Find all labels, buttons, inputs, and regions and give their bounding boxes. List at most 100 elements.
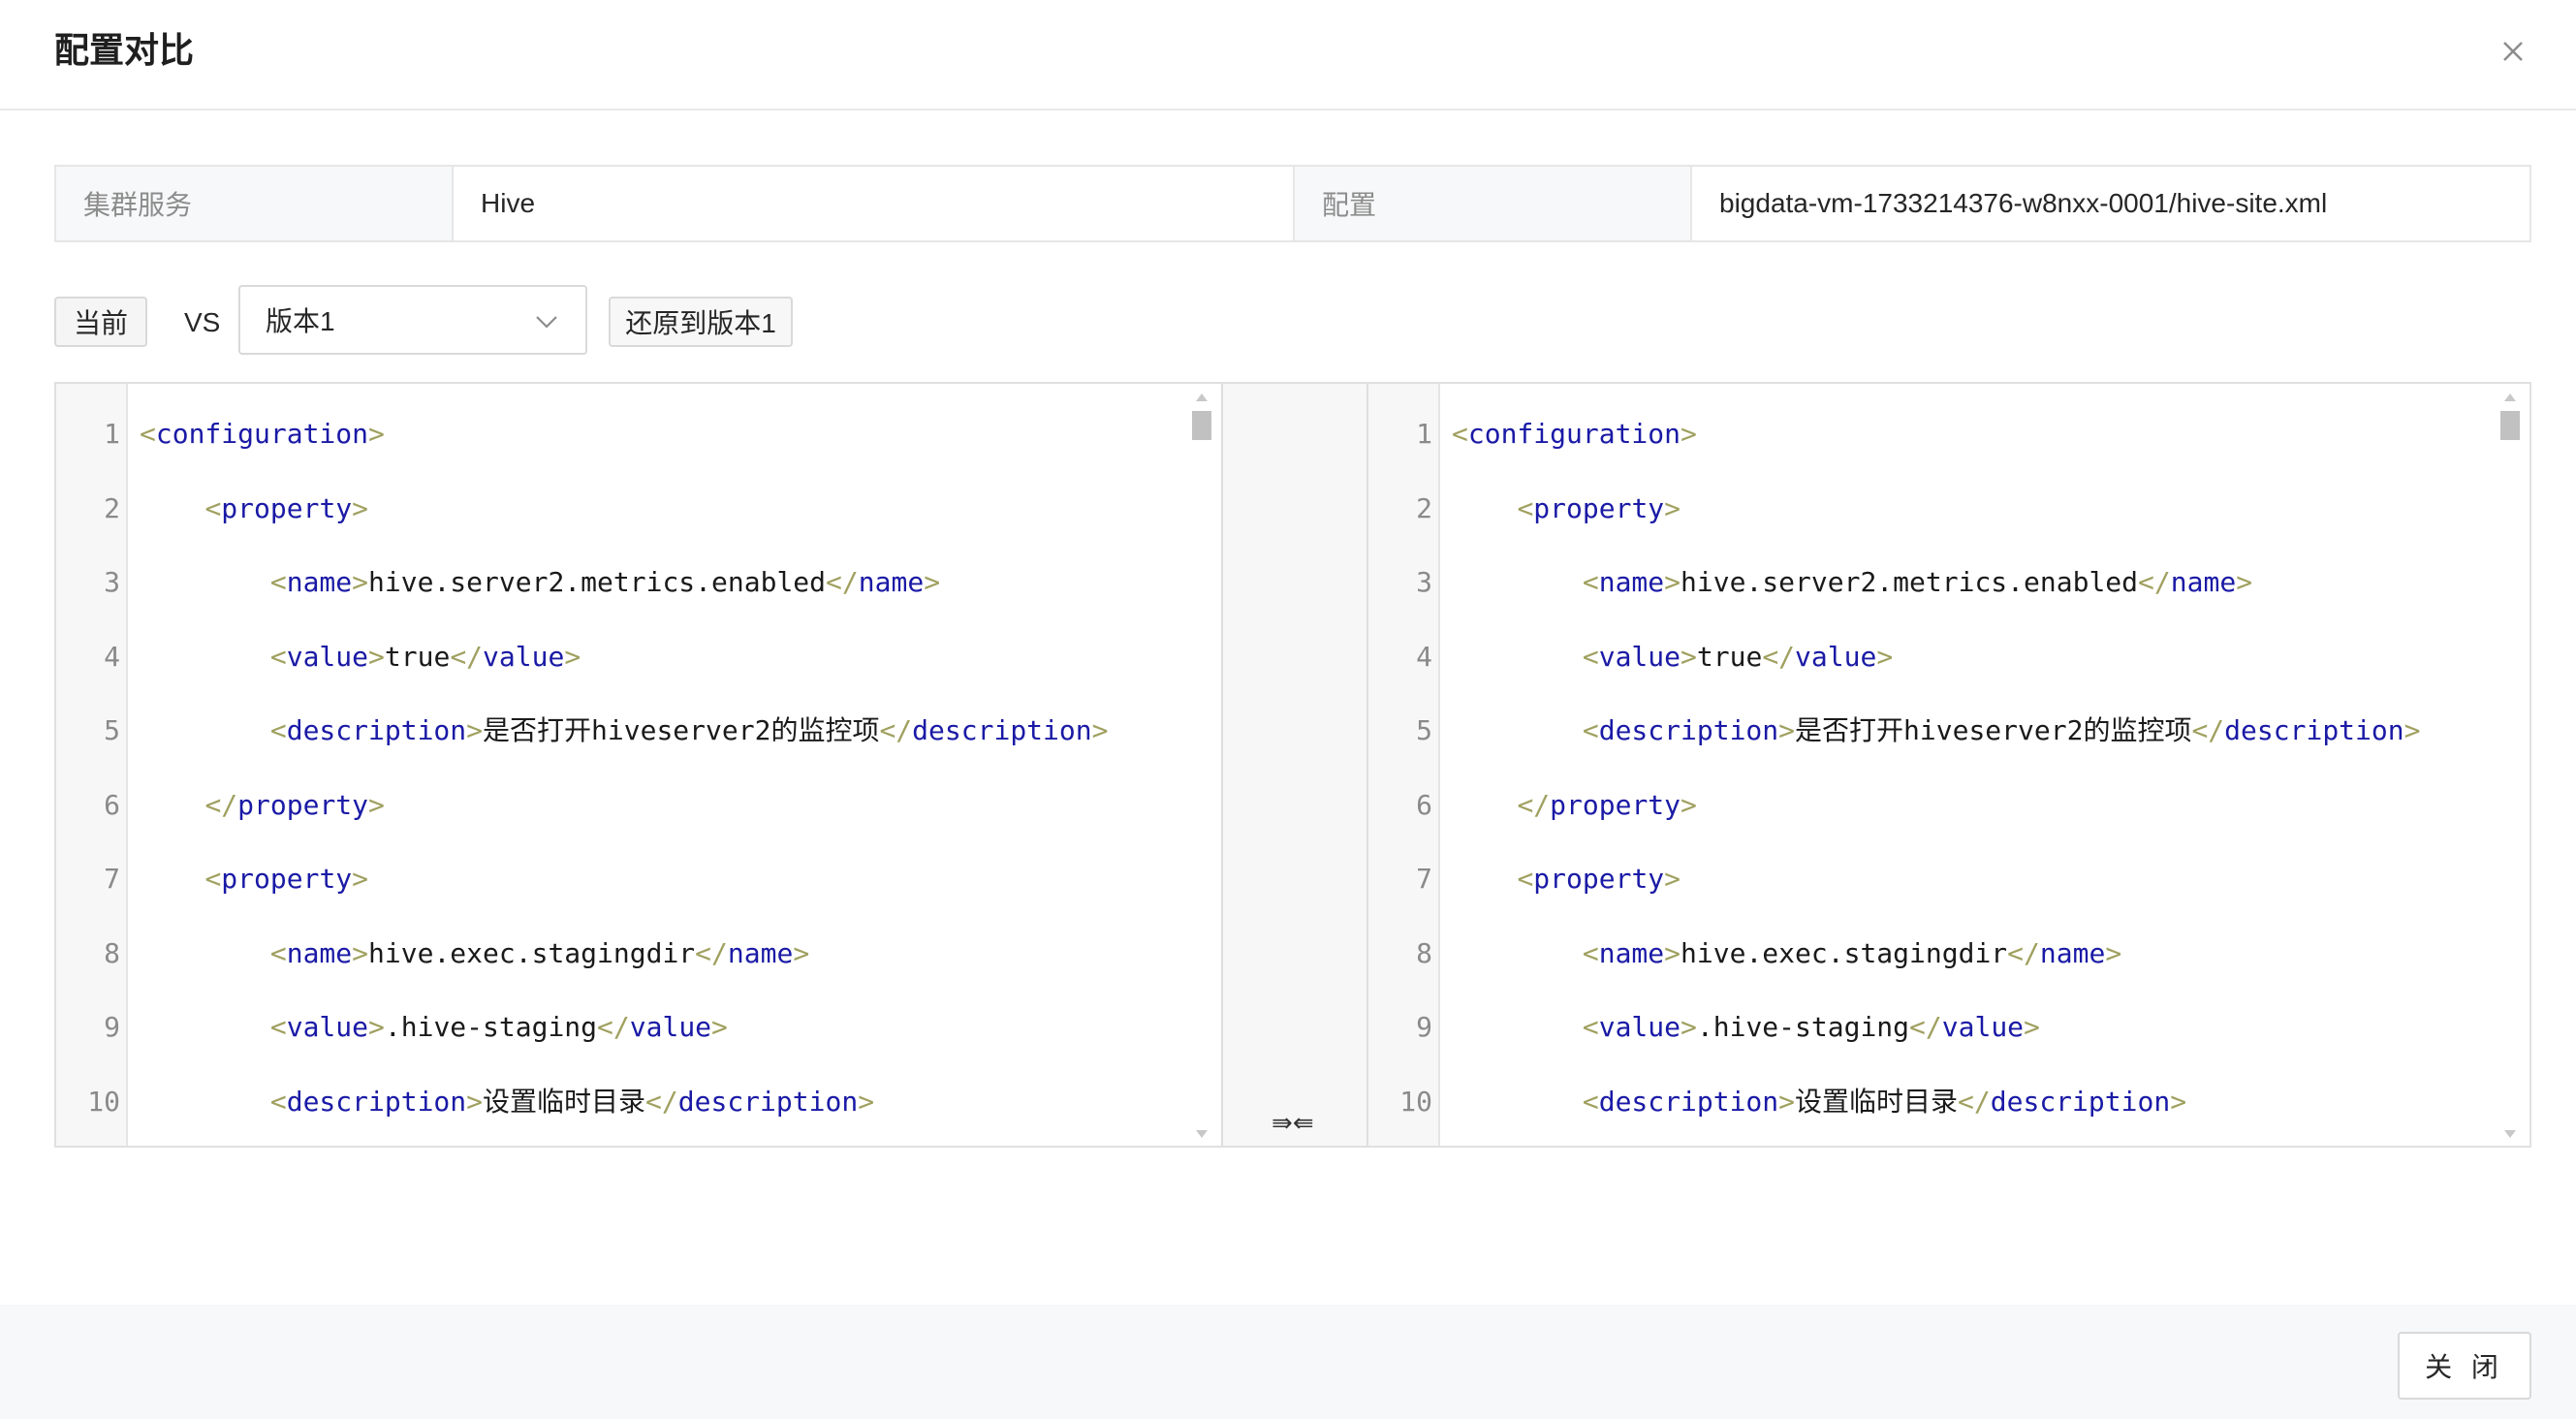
tag-bracket: </	[1909, 1011, 1942, 1043]
code-text: <description>设置临时目录</description>	[1452, 1065, 2186, 1139]
tag-bracket: </	[1517, 788, 1551, 821]
tag-bracket: >	[368, 418, 385, 450]
code-line: 5 <description>是否打开hiveserver2的监控项</desc…	[1368, 694, 2529, 768]
code-line: 6 </property>	[1368, 769, 2529, 842]
tag-bracket: </	[826, 566, 859, 598]
tag-content: 是否打开hiveserver2的监控项	[483, 714, 880, 746]
code-text: <property>	[140, 842, 368, 916]
tag-bracket: <	[140, 418, 156, 450]
code-text: </property>	[1452, 769, 1696, 842]
code-line: 7 <property>	[1368, 842, 2529, 916]
line-number: 10	[87, 1085, 120, 1118]
tag-name: description	[677, 1085, 859, 1118]
tag-bracket: </	[2007, 936, 2040, 969]
code-text: <value>.hive-staging</value>	[140, 991, 728, 1064]
config-compare-dialog: 配置对比 集群服务 Hive 配置 bigdata-vm-1733214376-…	[0, 0, 2576, 1419]
tag-bracket: >	[1664, 863, 1681, 895]
config-value: bigdata-vm-1733214376-w8nxx-0001/hive-si…	[1692, 167, 2529, 240]
code-line: 9 <value>.hive-staging</value>	[56, 991, 1221, 1064]
tag-name: description	[1990, 1085, 2171, 1118]
tag-bracket: >	[368, 1011, 385, 1043]
tag-name: value	[1795, 640, 1877, 673]
tag-bracket: >	[1664, 936, 1681, 969]
code-text: <name>hive.server2.metrics.enabled</name…	[1452, 546, 2252, 619]
tag-bracket: >	[352, 491, 369, 524]
tag-bracket: <	[269, 566, 287, 598]
code-text: <name>hive.exec.stagingdir</name>	[1452, 917, 2121, 991]
tag-content: 是否打开hiveserver2的监控项	[1795, 714, 2192, 746]
dialog-header: 配置对比	[0, 0, 2576, 110]
tag-bracket: </	[2191, 714, 2225, 746]
code-text: <configuration>	[140, 397, 385, 471]
tag-bracket: >	[711, 1011, 728, 1043]
tag-bracket: <	[269, 640, 287, 673]
line-number: 6	[104, 788, 120, 821]
merge-arrows-icon[interactable]: ⇛⇚	[1272, 1109, 1314, 1138]
line-number: 4	[1416, 640, 1432, 673]
code-line: 8 <name>hive.exec.stagingdir</name>	[56, 917, 1221, 991]
version-select-value: 版本1	[266, 306, 335, 336]
code-text: <description>设置临时目录</description>	[140, 1065, 874, 1139]
line-number: 9	[1416, 1011, 1432, 1043]
tag-name: name	[858, 566, 925, 598]
tag-bracket: </	[1762, 640, 1796, 673]
tag-name: name	[1598, 566, 1665, 598]
line-number: 5	[1416, 714, 1432, 746]
tag-bracket: <	[269, 936, 287, 969]
close-button[interactable]: 关 闭	[2398, 1332, 2531, 1400]
tag-name: description	[912, 714, 1092, 746]
tag-name: value	[629, 1011, 712, 1043]
tag-bracket: >	[1091, 714, 1109, 746]
code-line: 9 <value>.hive-staging</value>	[1368, 991, 2529, 1064]
code-text: <value>true</value>	[140, 620, 581, 694]
tag-name: property	[237, 788, 369, 821]
tag-bracket: >	[2236, 566, 2253, 598]
tag-bracket: <	[269, 714, 287, 746]
tag-bracket: >	[1778, 714, 1796, 746]
code-text: <description>是否打开hiveserver2的监控项</descri…	[140, 694, 1109, 768]
line-number: 8	[1416, 936, 1432, 969]
tag-content: true	[384, 640, 451, 673]
left-code-pane[interactable]: 1 <configuration> 2 <property> 3 <name>hive…	[56, 384, 1221, 1146]
tag-bracket: <	[1517, 491, 1534, 524]
tag-bracket: <	[1517, 863, 1534, 895]
tag-name: value	[1598, 640, 1681, 673]
tag-name: description	[2224, 714, 2404, 746]
tag-bracket: <	[204, 863, 222, 895]
code-line: 4 <value>true</value>	[56, 620, 1221, 694]
tag-bracket: </	[879, 714, 913, 746]
tag-bracket: </	[1958, 1085, 1991, 1118]
tag-bracket: </	[450, 640, 484, 673]
code-line: 3 <name>hive.server2.metrics.enabled</na…	[56, 546, 1221, 619]
line-number: 2	[104, 491, 120, 524]
restore-version-button[interactable]: 还原到版本1	[609, 297, 793, 347]
tag-name: value	[286, 1011, 369, 1043]
tag-name: configuration	[155, 418, 369, 450]
code-line: 6 </property>	[56, 769, 1221, 842]
current-version-button[interactable]: 当前	[54, 297, 147, 347]
tag-name: name	[286, 936, 353, 969]
tag-bracket: <	[1582, 1085, 1599, 1118]
code-line: 4 <value>true</value>	[1368, 620, 2529, 694]
tag-content: .hive-staging	[384, 1011, 598, 1043]
close-icon[interactable]	[2491, 29, 2535, 74]
tag-bracket: >	[1681, 1011, 1697, 1043]
vs-label: VS	[184, 307, 221, 337]
line-number: 6	[1416, 788, 1432, 821]
diff-viewer: 1 <configuration> 2 <property> 3 <name>hive…	[54, 382, 2531, 1148]
tag-bracket: </	[695, 936, 728, 969]
tag-name: description	[1598, 714, 1779, 746]
tag-bracket: >	[1681, 640, 1697, 673]
code-line: 1 <configuration>	[1368, 397, 2529, 471]
tag-name: name	[1598, 936, 1665, 969]
code-line: 5 <description>是否打开hiveserver2的监控项</desc…	[56, 694, 1221, 768]
dialog-footer: 关 闭	[0, 1305, 2576, 1419]
version-select[interactable]: 版本1	[238, 285, 587, 355]
code-line: 10 <description>设置临时目录</description>	[1368, 1065, 2529, 1139]
tag-bracket: >	[1664, 566, 1681, 598]
tag-bracket: >	[793, 936, 810, 969]
tag-bracket: >	[858, 1085, 875, 1118]
right-code-pane[interactable]: 1 <configuration> 2 <property> 3 <name>hive…	[1368, 384, 2529, 1146]
line-number: 8	[104, 936, 120, 969]
tag-bracket: <	[269, 1011, 287, 1043]
